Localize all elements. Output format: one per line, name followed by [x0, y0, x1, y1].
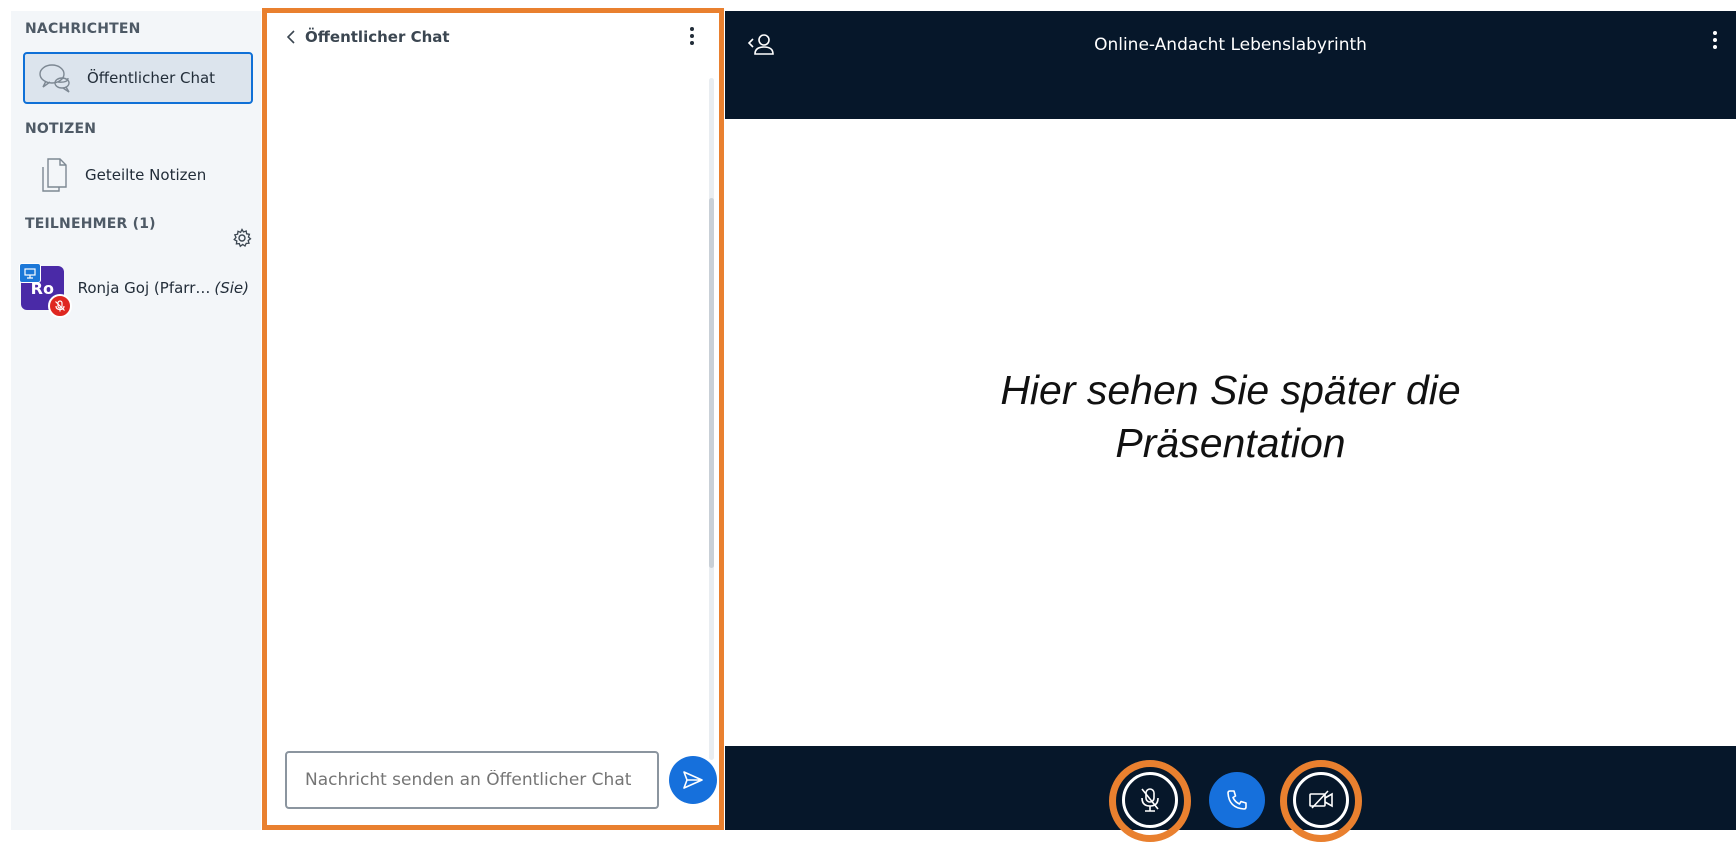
participant-you-label: (Sie) — [214, 279, 249, 297]
participants-section-title: TEILNEHMER (1) — [25, 216, 156, 232]
chat-header: Öffentlicher Chat — [267, 13, 719, 53]
send-message-button[interactable] — [669, 756, 717, 804]
mute-microphone-button[interactable] — [1122, 772, 1178, 828]
sidebar-item-public-chat[interactable]: Öffentlicher Chat — [23, 52, 253, 104]
kebab-menu-icon — [1710, 31, 1720, 49]
sidebar: NACHRICHTEN Öffentlicher Chat NOTIZEN Ge… — [11, 11, 261, 830]
action-bar — [725, 746, 1736, 842]
chat-scrollbar-thumb[interactable] — [709, 198, 714, 568]
presentation-line-1: Hier sehen Sie später die — [1000, 367, 1461, 413]
chat-bubbles-icon — [25, 61, 87, 95]
microphone-muted-icon — [1141, 788, 1159, 812]
shared-notes-label: Geteilte Notizen — [85, 166, 207, 184]
participant-name: Ronja Goj (Pfarr… (Sie) — [78, 279, 249, 297]
main-area: Online-Andacht Lebenslabyrinth Hier sehe… — [725, 11, 1736, 842]
presentation-line-2: Präsentation — [1115, 420, 1346, 466]
sidebar-item-shared-notes[interactable]: Geteilte Notizen — [23, 149, 253, 201]
meeting-title: Online-Andacht Lebenslabyrinth — [1094, 35, 1367, 55]
presentation-slide: Hier sehen Sie später die Präsentation — [725, 119, 1736, 746]
public-chat-label: Öffentlicher Chat — [87, 69, 216, 87]
chat-options-button[interactable] — [687, 27, 697, 49]
participants-settings-button[interactable] — [230, 226, 254, 250]
gear-icon — [233, 228, 252, 248]
meeting-options-button[interactable] — [1710, 31, 1720, 55]
share-webcam-button[interactable] — [1293, 772, 1349, 828]
nav-bar: Online-Andacht Lebenslabyrinth — [725, 11, 1736, 119]
participant-row[interactable]: Ro Ronja Goj (Pfarr… (Sie) — [19, 263, 249, 318]
chat-title: Öffentlicher Chat — [305, 28, 450, 46]
phone-icon — [1227, 790, 1247, 810]
leave-audio-button[interactable] — [1209, 772, 1265, 828]
chat-message-input[interactable] — [285, 751, 659, 809]
messages-section-title: NACHRICHTEN — [25, 21, 141, 37]
avatar: Ro — [19, 263, 72, 318]
chat-panel: Öffentlicher Chat — [262, 8, 724, 830]
notes-icon — [23, 157, 85, 193]
camera-off-icon — [1309, 790, 1333, 809]
chat-back-button[interactable]: Öffentlicher Chat — [287, 28, 450, 46]
chevron-left-icon — [287, 30, 295, 44]
send-icon — [683, 771, 703, 789]
presenter-icon — [19, 263, 41, 283]
participant-name-text: Ronja Goj (Pfarr… — [77, 279, 211, 297]
notes-section-title: NOTIZEN — [25, 121, 97, 137]
chat-scrollbar[interactable] — [709, 78, 714, 760]
presentation-text: Hier sehen Sie später die Präsentation — [725, 364, 1736, 470]
muted-status-icon — [47, 294, 72, 318]
kebab-menu-icon — [687, 27, 697, 45]
